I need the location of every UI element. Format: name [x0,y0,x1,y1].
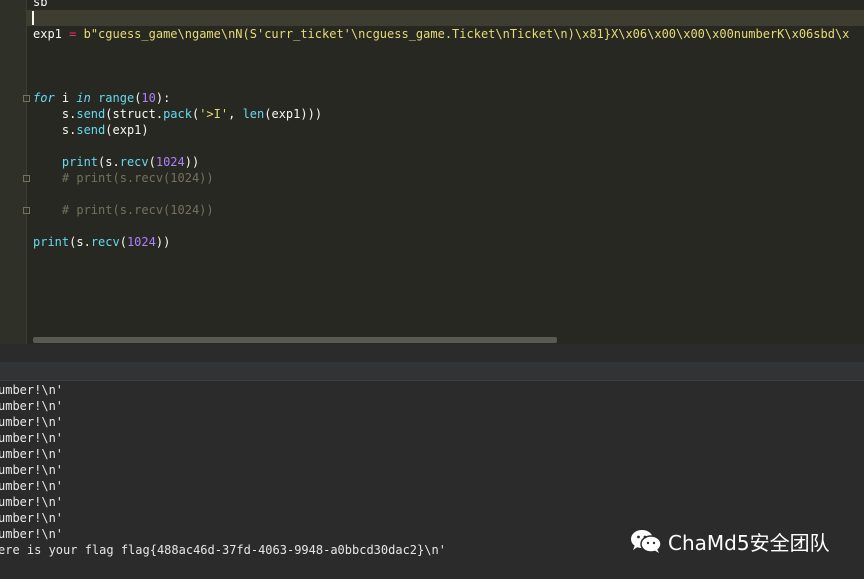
fold-icon[interactable] [23,175,30,182]
code-line: for i in range(10): [33,91,171,105]
watermark: ChaMd5安全团队 [630,527,830,556]
panel-divider[interactable] [0,344,864,362]
editor-gutter [0,0,26,344]
gutter-divider [26,0,27,344]
code-comment-line: # print(s.recv(1024)) [33,203,214,217]
console-flag-line: ere is your flag flag{488ac46d-37fd-4063… [0,543,446,557]
console-header [0,362,864,381]
console-output-line: umber!\n' [0,463,64,477]
console-output-line: umber!\n' [0,511,64,525]
code-line: sb [33,0,48,9]
code-line: s.send(struct.pack('>I', len(exp1))) [33,107,323,121]
text-cursor [32,11,34,25]
console-output-line: umber!\n' [0,399,64,413]
code-comment-line: # print(s.recv(1024)) [33,171,214,185]
console-output-line: umber!\n' [0,415,64,429]
code-editor[interactable]: sb exp1 = b"cguess_game\ngame\nN(S'curr_… [0,0,864,344]
wechat-icon [631,529,662,553]
code-line: exp1 = b"cguess_game\ngame\nN(S'curr_tic… [33,27,850,41]
console-output-line: umber!\n' [0,431,64,445]
console-output-line: umber!\n' [0,479,64,493]
code-line: print(s.recv(1024)) [61,155,200,169]
code-line: print(s.recv(1024)) [33,235,171,249]
console-output-line: umber!\n' [0,447,64,461]
console-output-line: umber!\n' [0,495,64,509]
watermark-text: ChaMd5安全团队 [668,531,830,555]
horizontal-scrollbar[interactable] [33,337,557,343]
fold-icon[interactable] [23,95,30,102]
fold-icon[interactable] [23,207,30,214]
code-line: s.send(exp1) [33,123,149,137]
current-line-highlight [27,10,864,26]
console-output-line: umber!\n' [0,383,64,397]
console-output-line: umber!\n' [0,527,64,541]
